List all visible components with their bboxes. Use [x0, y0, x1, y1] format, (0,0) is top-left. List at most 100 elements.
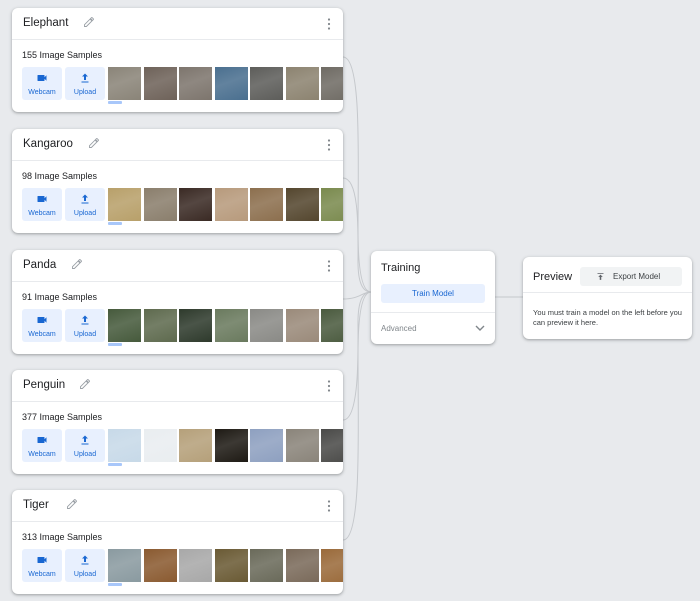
sample-thumbnail[interactable]	[250, 67, 283, 100]
class-name[interactable]: Tiger	[23, 499, 49, 511]
video-camera-icon	[37, 75, 47, 81]
preview-divider	[523, 292, 692, 293]
class-name[interactable]: Elephant	[23, 17, 68, 29]
sample-thumbnail[interactable]	[179, 67, 212, 100]
more-vert-icon[interactable]	[327, 18, 331, 30]
advanced-toggle[interactable]: Advanced	[381, 324, 417, 333]
webcam-button[interactable]: Webcam	[22, 309, 62, 342]
thumbnail-scroll-indicator[interactable]	[108, 583, 122, 586]
sample-thumbnail[interactable]	[143, 429, 177, 462]
sample-thumbnail[interactable]	[285, 67, 319, 100]
upload-button[interactable]: Upload	[65, 188, 105, 221]
video-camera-icon	[37, 196, 47, 202]
more-vert-icon[interactable]	[327, 139, 331, 151]
class-card-panda: Panda 91 Image Samples Webcam Upload	[12, 250, 343, 354]
upload-icon	[81, 315, 89, 325]
class-card-header: Elephant	[12, 8, 343, 40]
sample-thumbnails	[108, 429, 343, 462]
sample-thumbnail[interactable]	[214, 429, 248, 462]
pencil-icon[interactable]	[79, 378, 91, 390]
pencil-icon[interactable]	[83, 16, 95, 28]
more-vert-icon[interactable]	[327, 260, 331, 272]
sample-thumbnail[interactable]	[214, 67, 248, 100]
sample-thumbnails	[108, 188, 343, 221]
sample-thumbnail[interactable]	[143, 309, 177, 342]
export-model-label: Export Model	[613, 272, 661, 281]
sample-thumbnail[interactable]	[285, 549, 319, 582]
sample-thumbnail[interactable]	[143, 67, 177, 100]
class-name[interactable]: Kangaroo	[23, 138, 73, 150]
upload-button[interactable]: Upload	[65, 549, 105, 582]
webcam-label: Webcam	[28, 89, 56, 96]
class-card-header: Panda	[12, 250, 343, 282]
sample-thumbnail[interactable]	[143, 188, 177, 221]
webcam-button[interactable]: Webcam	[22, 67, 62, 100]
preview-title: Preview	[533, 271, 573, 283]
sample-thumbnail[interactable]	[321, 429, 343, 462]
video-camera-icon	[37, 437, 47, 443]
thumbnail-scroll-indicator[interactable]	[108, 222, 122, 225]
train-model-button[interactable]: Train Model	[381, 284, 485, 303]
more-vert-icon[interactable]	[327, 380, 331, 392]
sample-thumbnail[interactable]	[179, 429, 212, 462]
training-card: Training Train Model Advanced	[371, 251, 495, 344]
sample-thumbnails	[108, 309, 343, 342]
export-model-button[interactable]: Export Model	[580, 267, 682, 286]
upload-icon	[81, 73, 89, 83]
upload-button[interactable]: Upload	[65, 67, 105, 100]
sample-thumbnail[interactable]	[321, 188, 343, 221]
sample-thumbnail[interactable]	[108, 188, 141, 221]
class-name[interactable]: Penguin	[23, 379, 65, 391]
sample-thumbnail[interactable]	[250, 429, 283, 462]
video-camera-icon	[37, 317, 47, 323]
pencil-icon[interactable]	[66, 498, 78, 510]
pencil-icon[interactable]	[71, 258, 83, 270]
sample-thumbnail[interactable]	[179, 188, 212, 221]
sample-thumbnail[interactable]	[108, 429, 141, 462]
class-card-header: Tiger	[12, 490, 343, 522]
upload-button[interactable]: Upload	[65, 309, 105, 342]
sample-thumbnail[interactable]	[108, 309, 141, 342]
sample-thumbnail[interactable]	[321, 67, 343, 100]
class-name[interactable]: Panda	[23, 259, 56, 271]
webcam-button[interactable]: Webcam	[22, 188, 62, 221]
thumbnail-scroll-indicator[interactable]	[108, 463, 122, 466]
sample-thumbnail[interactable]	[285, 309, 319, 342]
sample-thumbnail[interactable]	[108, 67, 141, 100]
class-card-header: Penguin	[12, 370, 343, 402]
sample-thumbnail[interactable]	[214, 309, 248, 342]
thumbnail-scroll-indicator[interactable]	[108, 101, 122, 104]
upload-icon	[81, 435, 89, 445]
upload-label: Upload	[73, 451, 97, 458]
sample-thumbnail[interactable]	[250, 309, 283, 342]
pencil-icon[interactable]	[88, 137, 100, 149]
sample-thumbnail[interactable]	[179, 549, 212, 582]
webcam-label: Webcam	[28, 571, 56, 578]
sample-thumbnail[interactable]	[250, 549, 283, 582]
class-card-tiger: Tiger 313 Image Samples Webcam Upload	[12, 490, 343, 594]
sample-thumbnail[interactable]	[214, 549, 248, 582]
sample-thumbnail[interactable]	[214, 188, 248, 221]
chevron-down-icon[interactable]	[475, 325, 485, 332]
sample-thumbnail[interactable]	[143, 549, 177, 582]
more-vert-icon[interactable]	[327, 500, 331, 512]
sample-thumbnail[interactable]	[285, 429, 319, 462]
webcam-button[interactable]: Webcam	[22, 429, 62, 462]
sample-thumbnail[interactable]	[321, 309, 343, 342]
upload-label: Upload	[73, 331, 97, 338]
sample-thumbnail[interactable]	[321, 549, 343, 582]
sample-count: 155 Image Samples	[22, 50, 103, 60]
upload-button[interactable]: Upload	[65, 429, 105, 462]
training-title: Training	[381, 262, 421, 274]
webcam-button[interactable]: Webcam	[22, 549, 62, 582]
video-camera-icon	[37, 557, 47, 563]
preview-card: Preview Export Model You must train a mo…	[523, 257, 692, 339]
sample-count: 377 Image Samples	[22, 412, 103, 422]
sample-thumbnail[interactable]	[108, 549, 141, 582]
upload-label: Upload	[73, 210, 97, 217]
upload-icon	[81, 555, 89, 565]
sample-thumbnail[interactable]	[250, 188, 283, 221]
sample-thumbnail[interactable]	[285, 188, 319, 221]
sample-thumbnail[interactable]	[179, 309, 212, 342]
thumbnail-scroll-indicator[interactable]	[108, 343, 122, 346]
